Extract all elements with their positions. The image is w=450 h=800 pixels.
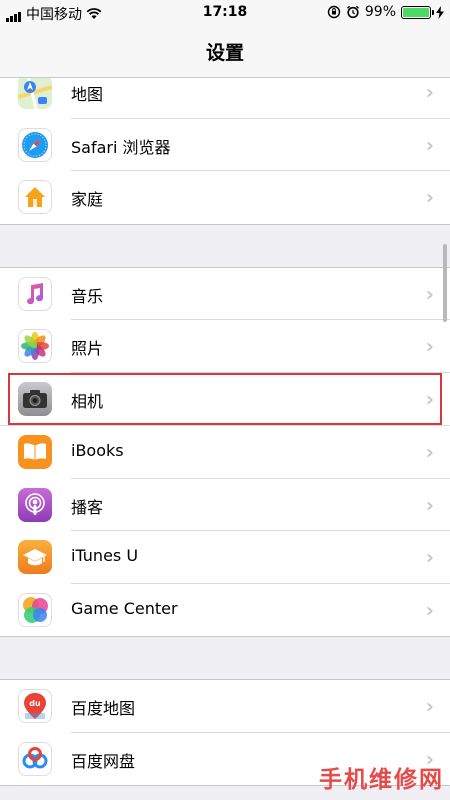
settings-row-label: 音乐	[71, 286, 104, 306]
settings-row-camera[interactable]: 相机 ›	[8, 372, 442, 425]
baidu-netdisk-icon	[18, 741, 52, 776]
chevron-right-icon: ›	[425, 694, 434, 718]
settings-row-label: 播客	[71, 497, 104, 517]
settings-list[interactable]: 地图 › Safari 浏览器 › 家庭 › 音乐 › 照片 › 相机 › iB…	[0, 78, 450, 800]
chevron-right-icon: ›	[425, 132, 434, 157]
group-spacer	[0, 224, 450, 267]
settings-row-label: Safari 浏览器	[71, 137, 171, 157]
settings-row-label: 百度地图	[71, 699, 136, 718]
settings-row-baidu-maps[interactable]: du 百度地图 ›	[0, 680, 450, 733]
chevron-right-icon: ›	[425, 492, 434, 517]
chevron-right-icon: ›	[425, 334, 434, 358]
chevron-right-icon: ›	[425, 80, 434, 104]
baidu-maps-icon: du	[18, 689, 52, 723]
status-right: 99%	[327, 4, 444, 20]
settings-row-home[interactable]: 家庭 ›	[0, 171, 450, 224]
maps-icon	[18, 78, 52, 109]
chevron-right-icon: ›	[425, 440, 434, 464]
podcasts-icon	[18, 487, 52, 522]
chevron-right-icon: ›	[425, 185, 434, 209]
settings-row-podcasts[interactable]: 播客 ›	[0, 479, 450, 531]
game-center-icon	[18, 592, 52, 627]
chevron-right-icon: ›	[425, 597, 434, 622]
settings-row-label: 相机	[71, 391, 104, 411]
status-bar: 中国移动 17:18 99%	[0, 0, 450, 26]
battery-icon	[401, 5, 434, 19]
charging-icon	[436, 5, 444, 19]
itunes-u-icon	[18, 540, 52, 574]
settings-row-label: iBooks	[71, 441, 124, 460]
svg-text:du: du	[29, 699, 41, 708]
settings-row-label: 家庭	[71, 190, 104, 209]
settings-row-label: 百度网盘	[71, 751, 136, 771]
navigation-bar: 设置	[0, 26, 450, 78]
settings-group-1: 地图 › Safari 浏览器 › 家庭 ›	[0, 78, 450, 225]
photos-icon	[18, 329, 52, 363]
orientation-lock-icon	[327, 5, 341, 19]
home-icon	[18, 180, 52, 214]
settings-row-photos[interactable]: 照片 ›	[0, 320, 450, 373]
settings-row-music[interactable]: 音乐 ›	[0, 268, 450, 320]
chevron-right-icon: ›	[425, 545, 434, 569]
group-spacer	[0, 637, 450, 679]
watermark: 手机维修网	[319, 767, 444, 793]
settings-row-label: 地图	[71, 85, 104, 104]
scrollbar[interactable]	[443, 244, 447, 322]
settings-row-game-center[interactable]: Game Center ›	[0, 584, 450, 637]
chevron-right-icon: ›	[425, 386, 434, 411]
settings-row-label: iTunes U	[71, 546, 139, 565]
settings-row-itunes-u[interactable]: iTunes U ›	[0, 531, 450, 584]
settings-row-label: 照片	[71, 339, 104, 358]
page-title: 设置	[205, 42, 244, 64]
safari-icon	[18, 127, 52, 162]
chevron-right-icon: ›	[425, 281, 434, 306]
ibooks-icon	[18, 435, 52, 469]
battery-percent: 99%	[364, 4, 396, 20]
settings-group-2: 音乐 › 照片 › 相机 › iBooks › 播客 › iTunes U › …	[0, 266, 450, 637]
music-icon	[18, 276, 52, 311]
settings-row-safari[interactable]: Safari 浏览器 ›	[0, 119, 450, 171]
alarm-icon	[346, 5, 359, 19]
settings-row-label: Game Center	[71, 598, 178, 618]
settings-row-maps[interactable]: 地图 ›	[0, 78, 450, 119]
settings-row-ibooks[interactable]: iBooks ›	[0, 425, 450, 479]
camera-icon	[18, 381, 52, 416]
